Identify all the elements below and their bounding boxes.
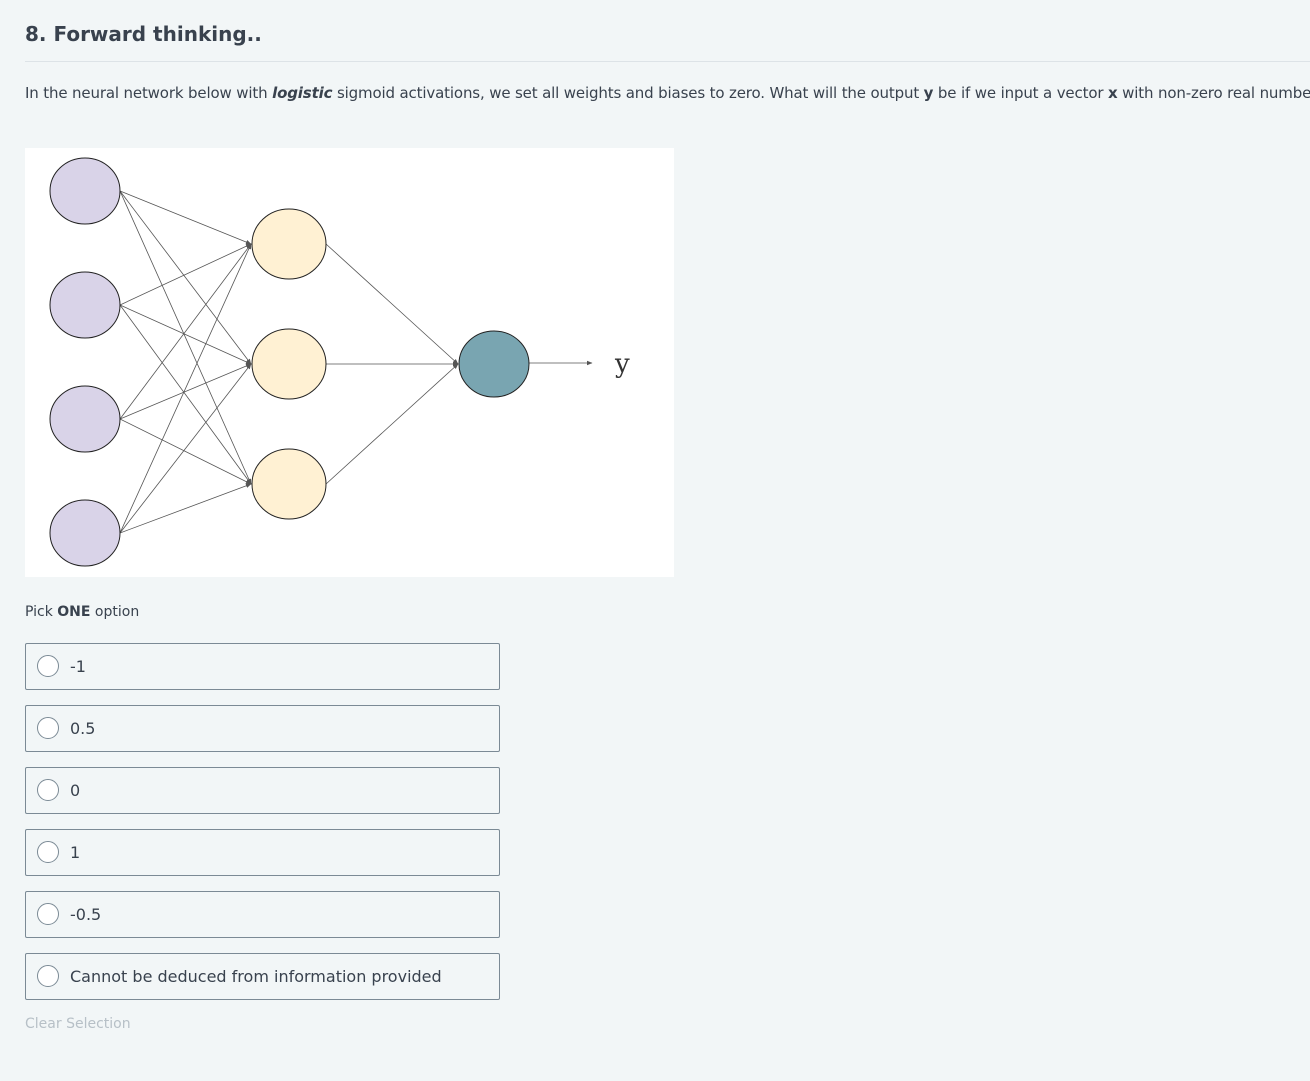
- question-text: In the neural network below with logisti…: [25, 84, 1310, 102]
- radio-button[interactable]: [37, 717, 59, 739]
- input-node-2: [49, 271, 121, 339]
- hidden-node-1: [251, 208, 327, 280]
- neural-network-svg: y: [49, 157, 630, 567]
- question-var-x: x: [1108, 84, 1118, 102]
- question-text-part-2: sigmoid activations, we set all weights …: [332, 84, 924, 102]
- edge-hidden-1-output: [325, 243, 459, 365]
- edge-input-2-hidden-2: [119, 304, 252, 365]
- edge-input-3-hidden-3: [119, 418, 252, 485]
- option-label: -0.5: [70, 905, 102, 924]
- option-label: -1: [70, 657, 86, 676]
- network-nodes: [49, 157, 530, 567]
- output-node: [458, 330, 530, 398]
- neural-network-diagram: y: [25, 148, 674, 577]
- hidden-node-3: [251, 448, 327, 520]
- option-minus-1[interactable]: -1: [25, 643, 500, 690]
- option-cannot-be-deduced[interactable]: Cannot be deduced from information provi…: [25, 953, 500, 1000]
- option-label: 1: [70, 843, 81, 862]
- input-node-3: [49, 385, 121, 453]
- pick-text-2: option: [90, 604, 140, 620]
- question-title: 8. Forward thinking..: [25, 22, 262, 46]
- edge-input-2-hidden-1: [119, 243, 252, 306]
- option-0[interactable]: 0: [25, 767, 500, 814]
- edge-input-3-hidden-2: [119, 363, 252, 420]
- option-1[interactable]: 1: [25, 829, 500, 876]
- input-node-1: [49, 157, 121, 225]
- pick-text-1: Pick: [25, 604, 58, 620]
- option-label: Cannot be deduced from information provi…: [70, 967, 442, 986]
- clear-selection-link[interactable]: Clear Selection: [25, 1016, 131, 1032]
- option-label: 0: [70, 781, 81, 800]
- pick-one-prompt: Pick ONE option: [25, 604, 139, 620]
- question-var-y: y: [923, 84, 934, 102]
- radio-button[interactable]: [37, 841, 59, 863]
- pick-text-bold: ONE: [57, 604, 91, 620]
- option-minus-0-5[interactable]: -0.5: [25, 891, 500, 938]
- radio-button[interactable]: [37, 655, 59, 677]
- input-node-4: [49, 499, 121, 567]
- hidden-node-2: [251, 328, 327, 400]
- edge-input-4-hidden-1: [119, 243, 252, 534]
- radio-button[interactable]: [37, 965, 59, 987]
- title-divider: [25, 61, 1310, 62]
- radio-button[interactable]: [37, 779, 59, 801]
- option-label: 0.5: [70, 719, 96, 738]
- question-text-part-1: In the neural network below with: [25, 84, 273, 102]
- answer-options: -1 0.5 0 1 -0.5 Cannot be deduced from i…: [25, 643, 500, 1015]
- question-emphasis-logistic: logistic: [272, 84, 333, 102]
- edge-input-4-hidden-3: [119, 483, 252, 534]
- question-text-part-4: with non-zero real numbers?: [1122, 84, 1310, 102]
- radio-button[interactable]: [37, 903, 59, 925]
- output-label-y: y: [614, 349, 630, 379]
- question-text-part-3: be if we input a vector: [933, 84, 1108, 102]
- option-0-5[interactable]: 0.5: [25, 705, 500, 752]
- edge-hidden-3-output: [325, 363, 459, 485]
